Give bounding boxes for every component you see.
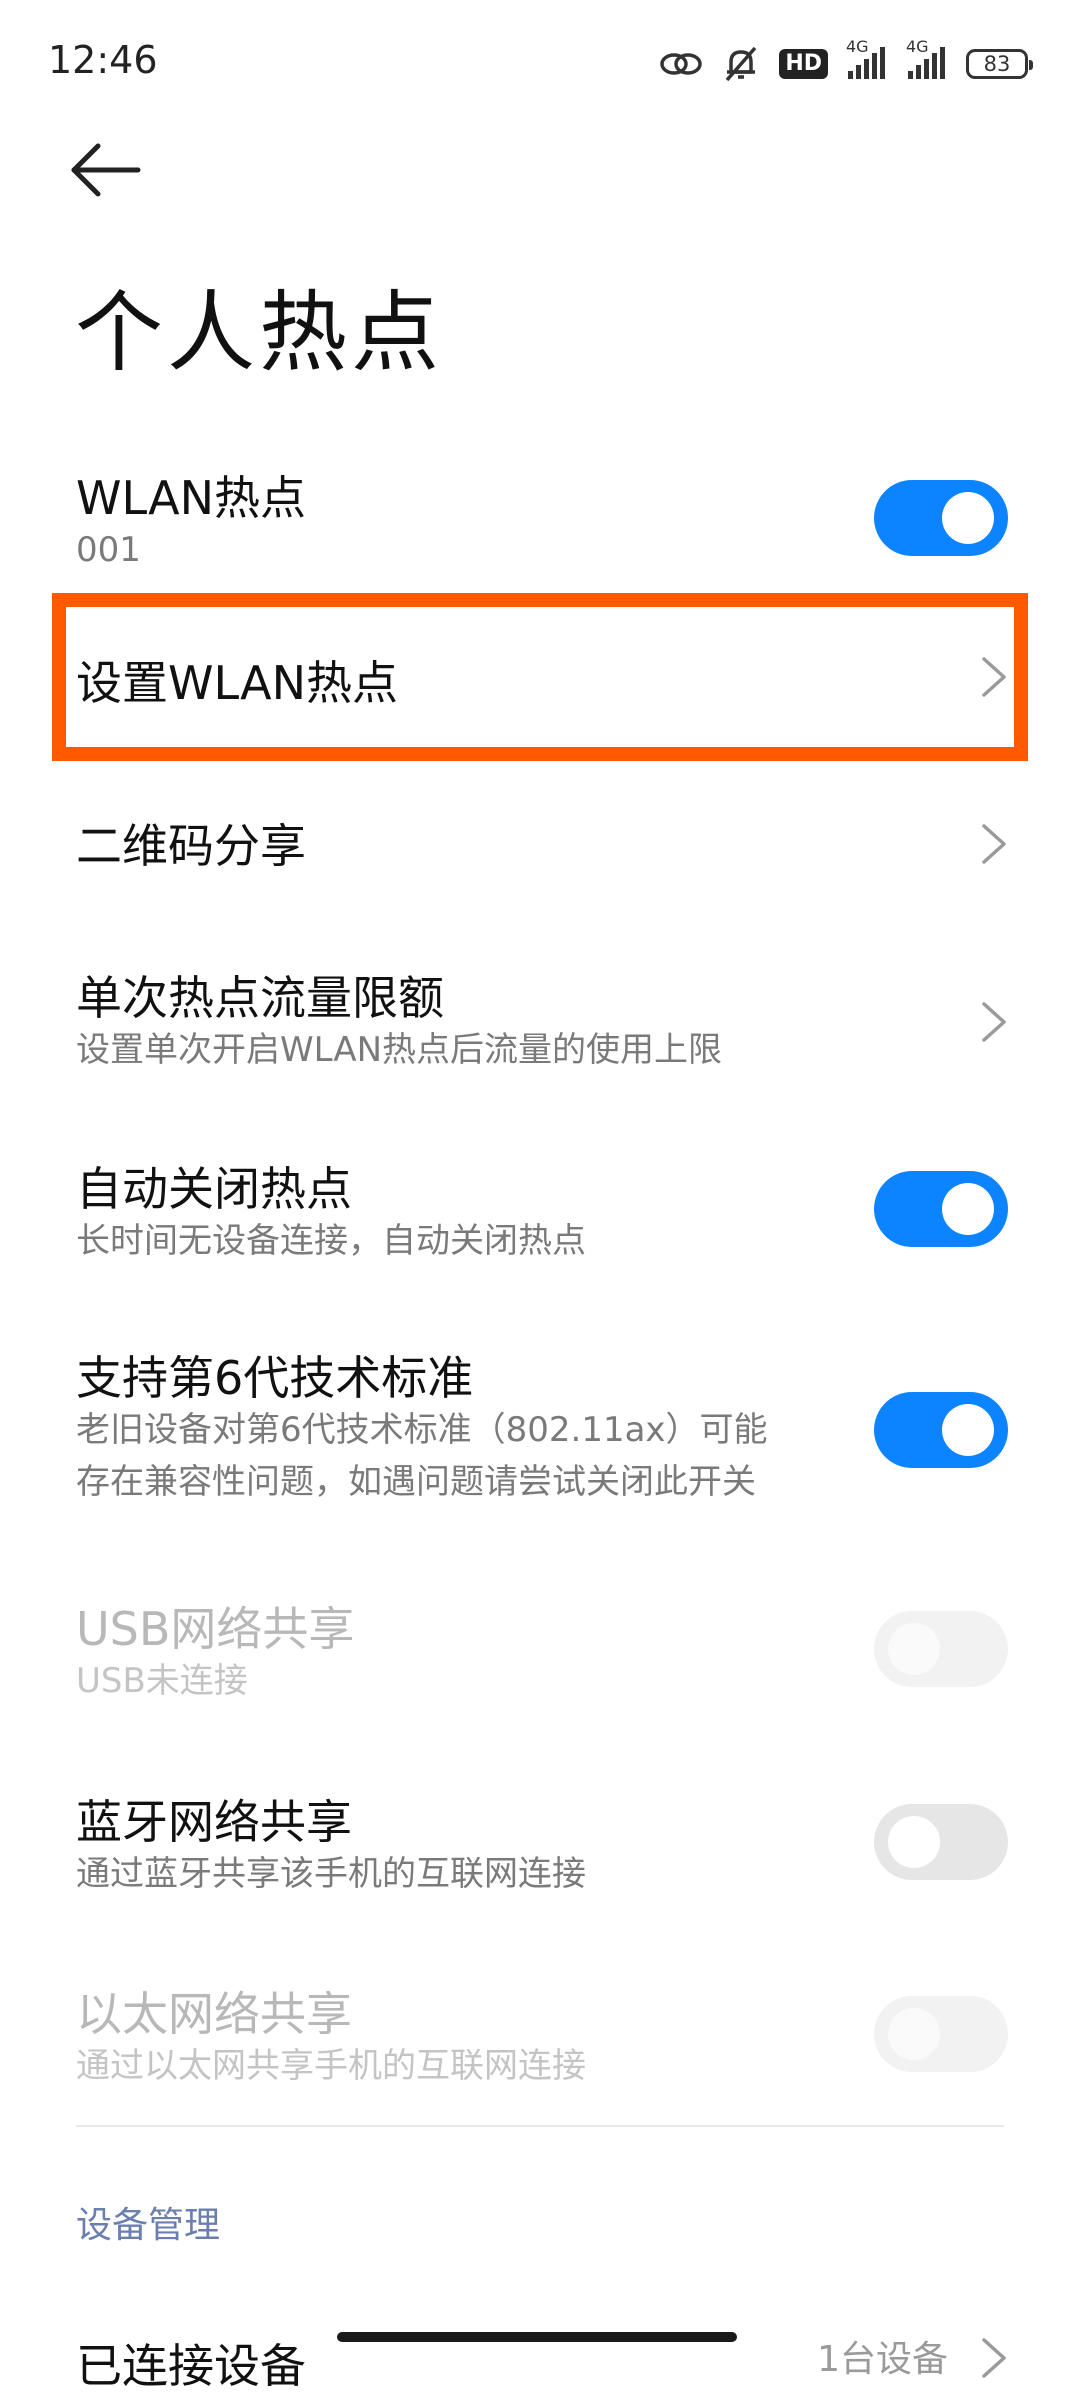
auto-off-subtitle: 长时间无设备连接，自动关闭热点 [76, 1221, 586, 1261]
ethernet-share-title: 以太网络共享 [76, 1987, 352, 2041]
back-button[interactable] [66, 135, 146, 205]
usb-share-row: USB网络共享 USB未连接 [0, 1575, 1080, 1745]
signal-icon: 4G [846, 37, 888, 81]
bluetooth-share-subtitle: 通过蓝牙共享该手机的互联网连接 [76, 1854, 586, 1894]
wifi6-title: 支持第6代技术标准 [76, 1351, 474, 1405]
qr-share-title: 二维码分享 [76, 819, 306, 873]
battery-icon: 83 [966, 49, 1033, 79]
page-title: 个人热点 [75, 281, 444, 384]
signal-icon: 4G [906, 37, 948, 81]
status-time: 12:46 [48, 38, 158, 82]
battery-level: 83 [983, 52, 1011, 76]
chevron-right-icon [982, 824, 1006, 864]
toggle-knob [888, 2008, 940, 2060]
bluetooth-share-title: 蓝牙网络共享 [76, 1795, 352, 1849]
auto-off-title: 自动关闭热点 [76, 1162, 352, 1216]
auto-off-row[interactable]: 自动关闭热点 长时间无设备连接，自动关闭热点 [0, 1135, 1080, 1305]
data-limit-title: 单次热点流量限额 [76, 971, 444, 1025]
setup-wlan-hotspot-row[interactable]: 设置WLAN热点 [0, 607, 1080, 747]
status-icons: HD 4G 4G 83 [659, 37, 1033, 88]
ethernet-share-row: 以太网络共享 通过以太网共享手机的互联网连接 [0, 1960, 1080, 2130]
chevron-right-icon [982, 2338, 1006, 2378]
chevron-right-icon [982, 1002, 1006, 1042]
wifi6-subtitle-line1: 老旧设备对第6代技术标准（802.11ax）可能 [76, 1410, 768, 1450]
wifi6-subtitle-line2: 存在兼容性问题，如遇问题请尝试关闭此开关 [76, 1462, 756, 1502]
qr-share-row[interactable]: 二维码分享 [0, 770, 1080, 920]
wlan-hotspot-title: WLAN热点 [76, 471, 307, 525]
connected-devices-count: 1台设备 [817, 2339, 948, 2380]
section-divider [76, 2125, 1004, 2127]
wifi6-row[interactable]: 支持第6代技术标准 老旧设备对第6代技术标准（802.11ax）可能 存在兼容性… [0, 1330, 1080, 1530]
setup-wlan-hotspot-title: 设置WLAN热点 [76, 656, 399, 710]
toggle-knob [888, 1623, 940, 1675]
wifi6-toggle[interactable] [874, 1392, 1008, 1468]
home-indicator[interactable] [337, 2332, 737, 2342]
data-limit-row[interactable]: 单次热点流量限额 设置单次开启WLAN热点后流量的使用上限 [0, 940, 1080, 1110]
link-icon [659, 49, 703, 79]
connected-devices-title: 已连接设备 [76, 2339, 306, 2393]
wlan-hotspot-row[interactable]: WLAN热点 001 [0, 440, 1080, 590]
ethernet-share-toggle [874, 1996, 1008, 2072]
bluetooth-share-toggle[interactable] [874, 1804, 1008, 1880]
device-management-header: 设备管理 [76, 2205, 221, 2246]
wlan-hotspot-toggle[interactable] [874, 480, 1008, 556]
usb-share-title: USB网络共享 [76, 1602, 355, 1656]
ethernet-share-subtitle: 通过以太网共享手机的互联网连接 [76, 2046, 586, 2086]
toggle-knob [942, 1183, 994, 1235]
bluetooth-share-row[interactable]: 蓝牙网络共享 通过蓝牙共享该手机的互联网连接 [0, 1768, 1080, 1938]
data-limit-subtitle: 设置单次开启WLAN热点后流量的使用上限 [76, 1030, 723, 1070]
wlan-hotspot-name: 001 [76, 530, 141, 570]
chevron-right-icon [982, 657, 1006, 697]
usb-share-toggle [874, 1611, 1008, 1687]
mute-icon [721, 44, 761, 84]
toggle-knob [942, 492, 994, 544]
back-arrow-icon [71, 143, 141, 197]
usb-share-subtitle: USB未连接 [76, 1661, 248, 1701]
auto-off-toggle[interactable] [874, 1171, 1008, 1247]
hd-icon: HD [779, 49, 828, 79]
status-bar: 12:46 HD 4G 4G 83 [0, 0, 1080, 120]
toggle-knob [888, 1816, 940, 1868]
toggle-knob [942, 1404, 994, 1456]
